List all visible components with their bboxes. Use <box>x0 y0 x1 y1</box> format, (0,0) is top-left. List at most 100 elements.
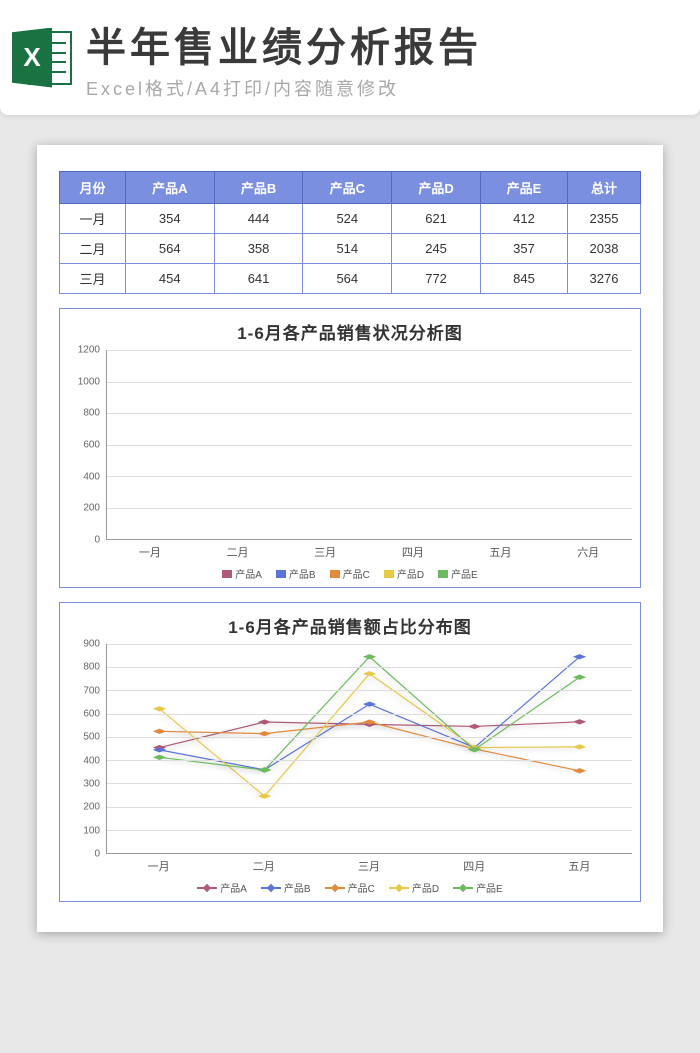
table-row: 一月3544445246214122355 <box>60 204 641 234</box>
legend-swatch <box>330 570 340 578</box>
y-tick-label: 500 <box>83 732 100 743</box>
data-table: 月份产品A产品B产品C产品D产品E总计 一月354444524621412235… <box>59 171 641 294</box>
table-header: 产品B <box>214 172 303 204</box>
y-tick-label: 600 <box>83 440 100 451</box>
line-series <box>160 722 580 771</box>
x-tick-label: 三月 <box>316 854 421 874</box>
y-tick-label: 100 <box>83 825 100 836</box>
bar-chart-title: 1-6月各产品销售状况分析图 <box>68 319 632 344</box>
legend-swatch <box>197 887 217 889</box>
line-point <box>573 675 586 680</box>
legend-swatch <box>276 570 286 578</box>
table-cell: 3276 <box>567 264 640 294</box>
table-cell: 2355 <box>567 204 640 234</box>
y-tick-label: 400 <box>83 471 100 482</box>
table-row: 二月5643585142453572038 <box>60 234 641 264</box>
document-page: 月份产品A产品B产品C产品D产品E总计 一月354444524621412235… <box>37 145 663 932</box>
table-cell: 2038 <box>567 234 640 264</box>
legend-item: 产品E <box>438 566 478 581</box>
legend-item: 产品D <box>389 880 439 895</box>
line-point <box>258 767 271 772</box>
legend-label: 产品A <box>235 566 262 581</box>
legend-item: 产品A <box>197 880 247 895</box>
line-point <box>258 719 271 724</box>
table-header: 产品E <box>480 172 567 204</box>
table-cell: 524 <box>303 204 392 234</box>
y-tick-label: 1000 <box>78 376 100 387</box>
legend-label: 产品C <box>343 566 370 581</box>
y-tick-label: 0 <box>94 535 100 546</box>
banner-subtitle: Excel格式/A4打印/内容随意修改 <box>86 75 680 101</box>
line-point <box>573 654 586 659</box>
table-cell: 564 <box>125 234 214 264</box>
legend-label: 产品D <box>412 880 439 895</box>
line-point <box>153 706 166 711</box>
y-tick-label: 400 <box>83 755 100 766</box>
legend-item: 产品C <box>325 880 375 895</box>
legend-swatch <box>222 570 232 578</box>
table-cell: 412 <box>480 204 567 234</box>
y-tick-label: 200 <box>83 503 100 514</box>
line-point <box>573 719 586 724</box>
y-tick-label: 800 <box>83 662 100 673</box>
line-series <box>160 674 580 796</box>
x-tick-label: 一月 <box>106 540 194 560</box>
line-chart-box: 1-6月各产品销售额占比分布图 0 100 200 300 400 500 600 700 80… <box>59 602 641 902</box>
x-tick-label: 一月 <box>106 854 211 874</box>
legend-swatch <box>325 887 345 889</box>
y-tick-label: 1200 <box>78 345 100 356</box>
legend-item: 产品B <box>261 880 311 895</box>
line-point <box>573 768 586 773</box>
line-point <box>258 793 271 798</box>
legend-label: 产品D <box>397 566 424 581</box>
table-cell: 245 <box>392 234 481 264</box>
x-tick-label: 三月 <box>281 540 369 560</box>
table-cell: 772 <box>392 264 481 294</box>
line-point <box>573 744 586 749</box>
table-cell: 358 <box>214 234 303 264</box>
y-tick-label: 800 <box>83 408 100 419</box>
line-point <box>468 724 481 729</box>
y-tick-label: 600 <box>83 708 100 719</box>
x-tick-label: 六月 <box>544 540 632 560</box>
table-cell: 一月 <box>60 204 126 234</box>
y-tick-label: 900 <box>83 639 100 650</box>
table-cell: 564 <box>303 264 392 294</box>
legend-label: 产品A <box>220 880 247 895</box>
legend-item: 产品A <box>222 566 262 581</box>
x-tick-label: 二月 <box>194 540 282 560</box>
line-point <box>363 671 376 676</box>
table-header: 产品C <box>303 172 392 204</box>
table-cell: 454 <box>125 264 214 294</box>
legend-item: 产品E <box>453 880 503 895</box>
table-header: 总计 <box>567 172 640 204</box>
table-cell: 三月 <box>60 264 126 294</box>
x-tick-label: 五月 <box>527 854 632 874</box>
y-tick-label: 0 <box>94 849 100 860</box>
table-cell: 二月 <box>60 234 126 264</box>
legend-swatch <box>261 887 281 889</box>
table-cell: 357 <box>480 234 567 264</box>
table-cell: 354 <box>125 204 214 234</box>
banner-title: 半年售业绩分析报告 <box>86 15 680 73</box>
legend-label: 产品E <box>451 566 478 581</box>
table-cell: 641 <box>214 264 303 294</box>
legend-label: 产品B <box>289 566 316 581</box>
x-tick-label: 五月 <box>457 540 545 560</box>
table-cell: 845 <box>480 264 567 294</box>
y-tick-label: 300 <box>83 778 100 789</box>
x-tick-label: 四月 <box>422 854 527 874</box>
title-banner: X 半年售业绩分析报告 Excel格式/A4打印/内容随意修改 <box>0 0 700 115</box>
y-tick-label: 200 <box>83 802 100 813</box>
x-tick-label: 四月 <box>369 540 457 560</box>
legend-label: 产品E <box>476 880 503 895</box>
table-header: 产品D <box>392 172 481 204</box>
line-chart-title: 1-6月各产品销售额占比分布图 <box>68 613 632 638</box>
legend-item: 产品B <box>276 566 316 581</box>
legend-item: 产品D <box>384 566 424 581</box>
line-point <box>153 729 166 734</box>
table-row: 三月4546415647728453276 <box>60 264 641 294</box>
y-tick-label: 700 <box>83 685 100 696</box>
legend-swatch <box>384 570 394 578</box>
table-header: 月份 <box>60 172 126 204</box>
